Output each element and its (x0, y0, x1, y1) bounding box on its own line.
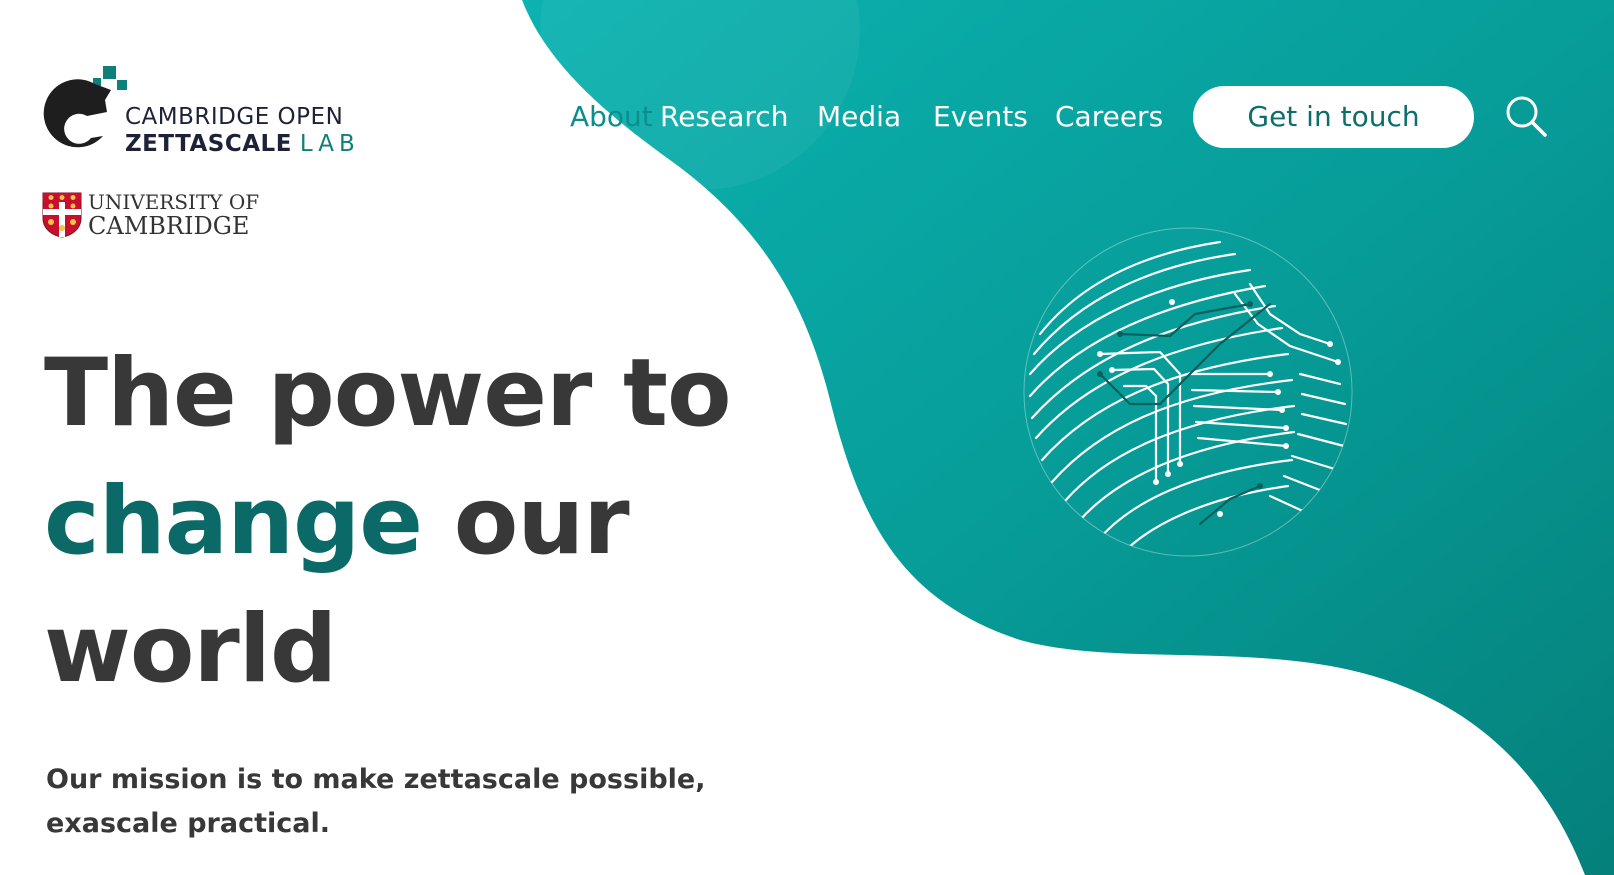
cambridge-crest-icon (42, 192, 82, 238)
university-line-1: UNIVERSITY OF (88, 190, 260, 214)
logo-line-1: CAMBRIDGE OPEN (125, 104, 344, 130)
hero-title: The power to change our world (44, 330, 732, 714)
page: CAMBRIDGE OPEN ZETTASCALE LAB UNIVERSITY … (0, 0, 1614, 875)
hero-title-line-2: change our (44, 458, 731, 586)
hero-title-line-3: world (44, 595, 337, 704)
hero-title-line-1: The power to (44, 339, 732, 448)
university-wordmark: UNIVERSITY OF CAMBRIDGE (88, 190, 259, 238)
hero-title-highlight: change (44, 467, 423, 576)
logo-line-2: ZETTASCALE LAB (125, 131, 360, 157)
nav-item-research[interactable]: Research (660, 100, 788, 133)
mission-statement: Our mission is to make zettascale possib… (46, 764, 706, 839)
nav-item-media[interactable]: Media (817, 100, 901, 133)
circuit-globe-icon (1023, 227, 1353, 557)
search-icon[interactable] (1503, 93, 1549, 139)
hero-title-word-our: our (453, 467, 630, 576)
cozl-logo[interactable]: CAMBRIDGE OPEN ZETTASCALE LAB (33, 66, 373, 166)
university-of-cambridge-logo[interactable]: UNIVERSITY OF CAMBRIDGE (42, 190, 272, 240)
get-in-touch-button[interactable]: Get in touch (1193, 86, 1474, 148)
nav-item-careers[interactable]: Careers (1055, 100, 1163, 133)
university-line-2: CAMBRIDGE (88, 212, 250, 240)
logo-lab: LAB (299, 131, 360, 157)
cozl-logo-mark-icon (43, 66, 127, 148)
nav-item-about[interactable]: About (570, 100, 653, 133)
logo-zettascale: ZETTASCALE (125, 131, 292, 157)
nav-item-events[interactable]: Events (933, 100, 1028, 133)
